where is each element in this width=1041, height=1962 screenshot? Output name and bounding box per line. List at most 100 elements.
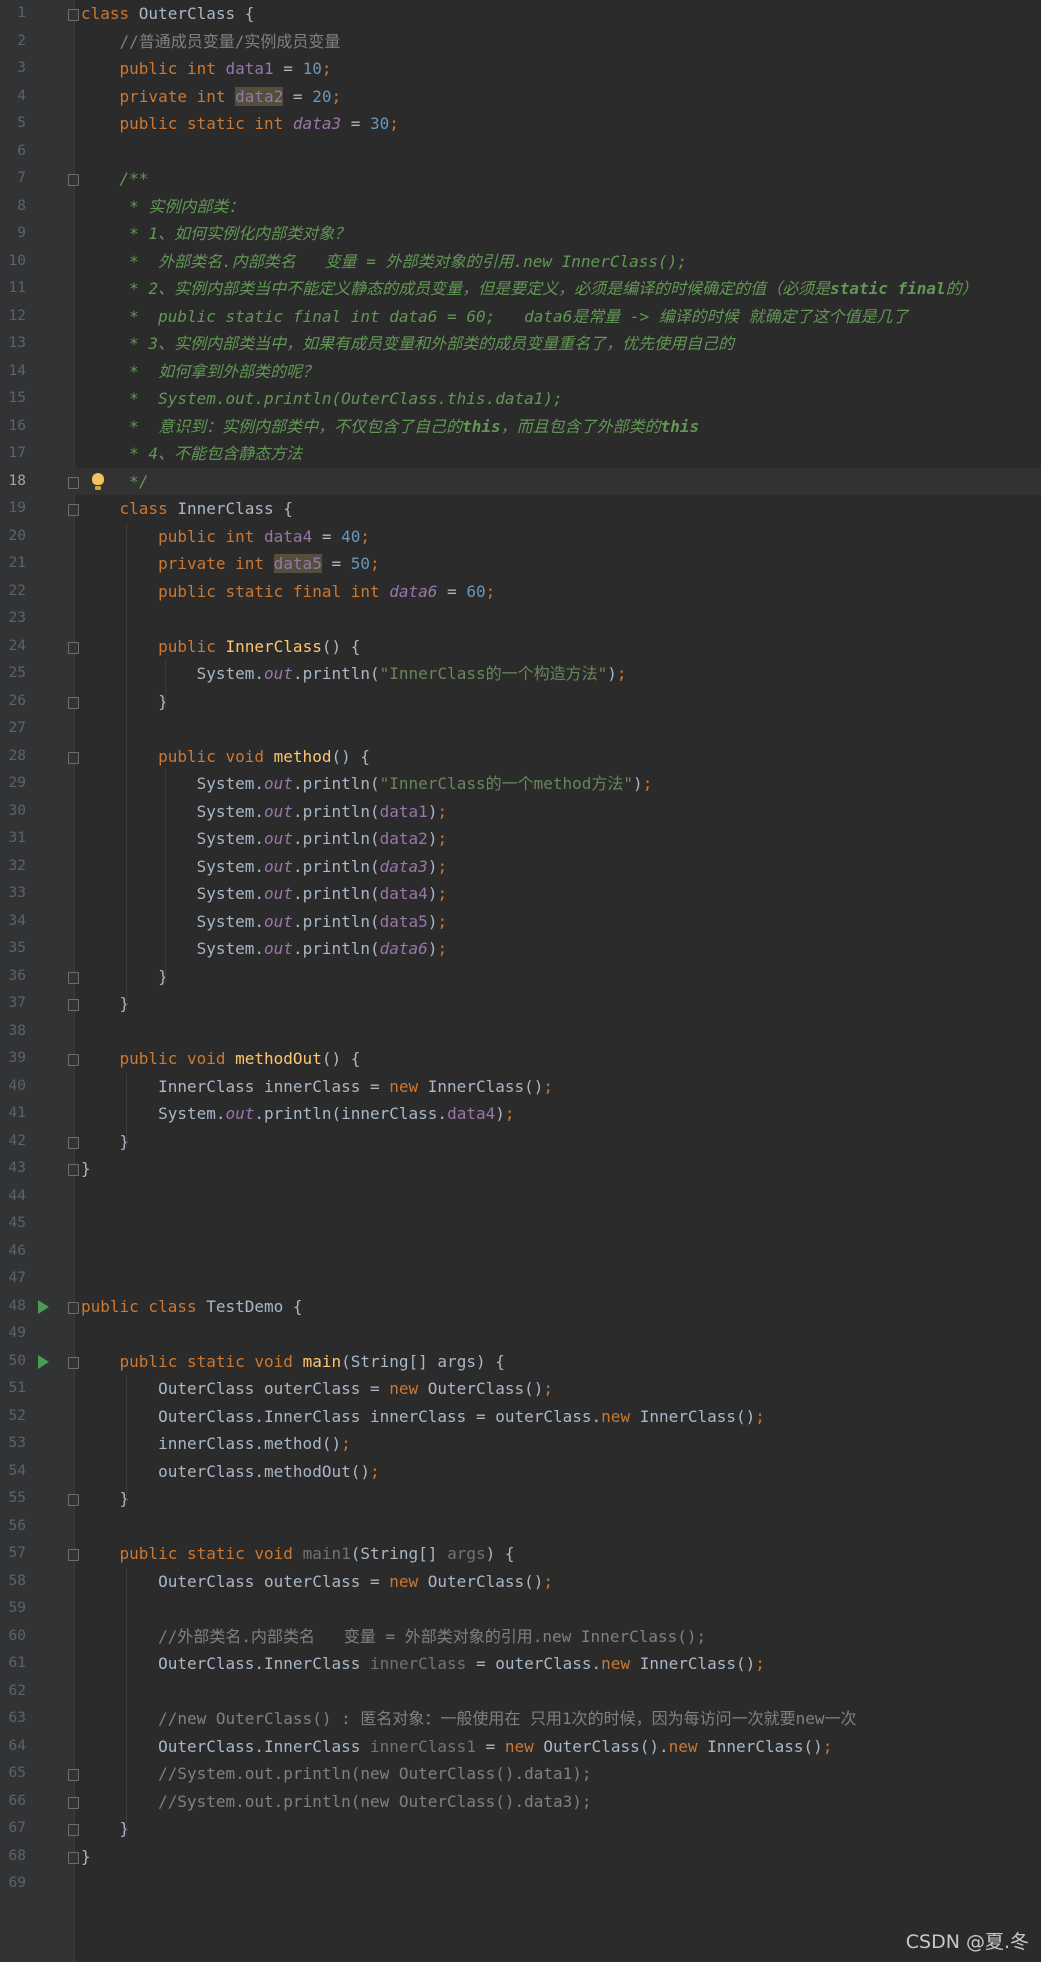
code-text[interactable]: * 2、实例内部类当中不能定义静态的成员变量，但是要定义，必须是编译的时候确定的… bbox=[81, 275, 1041, 303]
line-number[interactable]: 65 bbox=[0, 1760, 26, 1788]
code-text[interactable]: /** bbox=[81, 165, 1041, 193]
code-text[interactable]: OuterClass.InnerClass innerClass1 = new … bbox=[81, 1733, 1041, 1761]
run-arrow-icon[interactable] bbox=[38, 1299, 49, 1314]
code-text[interactable]: OuterClass outerClass = new OuterClass()… bbox=[81, 1375, 1041, 1403]
code-text[interactable]: public void methodOut() { bbox=[81, 1045, 1041, 1073]
code-line[interactable]: 34 System.out.println(data5); bbox=[0, 908, 1041, 936]
code-text[interactable]: * System.out.println(OuterClass.this.dat… bbox=[81, 385, 1041, 413]
code-line[interactable]: 26 } bbox=[0, 688, 1041, 716]
fold-marker-icon[interactable] bbox=[68, 1054, 79, 1066]
code-text[interactable]: * 3、实例内部类当中，如果有成员变量和外部类的成员变量重名了，优先使用自己的 bbox=[81, 330, 1041, 358]
line-number[interactable]: 33 bbox=[0, 880, 26, 908]
code-line[interactable]: 46 bbox=[0, 1238, 1041, 1266]
code-line[interactable]: 58 OuterClass outerClass = new OuterClas… bbox=[0, 1568, 1041, 1596]
line-number[interactable]: 24 bbox=[0, 633, 26, 661]
code-line[interactable]: 13 * 3、实例内部类当中，如果有成员变量和外部类的成员变量重名了，优先使用自… bbox=[0, 330, 1041, 358]
line-number[interactable]: 49 bbox=[0, 1320, 26, 1348]
line-number[interactable]: 64 bbox=[0, 1733, 26, 1761]
fold-marker-icon[interactable] bbox=[68, 476, 79, 489]
code-line[interactable]: 30 System.out.println(data1); bbox=[0, 798, 1041, 826]
fold-marker-icon[interactable] bbox=[68, 1164, 79, 1176]
code-line[interactable]: 53 innerClass.method(); bbox=[0, 1430, 1041, 1458]
line-number[interactable]: 39 bbox=[0, 1045, 26, 1073]
code-text[interactable]: OuterClass.InnerClass innerClass = outer… bbox=[81, 1650, 1041, 1678]
line-number[interactable]: 67 bbox=[0, 1815, 26, 1843]
line-number[interactable]: 55 bbox=[0, 1485, 26, 1513]
code-line[interactable]: 43} bbox=[0, 1155, 1041, 1183]
code-line[interactable]: 54 outerClass.methodOut(); bbox=[0, 1458, 1041, 1486]
line-number[interactable]: 62 bbox=[0, 1678, 26, 1706]
code-text[interactable]: System.out.println(data2); bbox=[81, 825, 1041, 853]
code-line[interactable]: 10 * 外部类名.内部类名 变量 = 外部类对象的引用.new InnerCl… bbox=[0, 248, 1041, 276]
line-number[interactable]: 46 bbox=[0, 1238, 26, 1266]
code-text[interactable]: System.out.println(data6); bbox=[81, 935, 1041, 963]
code-text[interactable]: outerClass.methodOut(); bbox=[81, 1458, 1041, 1486]
line-number[interactable]: 29 bbox=[0, 770, 26, 798]
code-text[interactable]: System.out.println("InnerClass的一个method方… bbox=[81, 770, 1041, 798]
code-text[interactable]: public int data4 = 40; bbox=[81, 523, 1041, 551]
code-text[interactable]: } bbox=[81, 1843, 1041, 1871]
line-number[interactable]: 30 bbox=[0, 798, 26, 826]
code-line[interactable]: 51 OuterClass outerClass = new OuterClas… bbox=[0, 1375, 1041, 1403]
code-line[interactable]: 31 System.out.println(data2); bbox=[0, 825, 1041, 853]
line-number[interactable]: 42 bbox=[0, 1128, 26, 1156]
code-line[interactable]: 61 OuterClass.InnerClass innerClass = ou… bbox=[0, 1650, 1041, 1678]
line-number[interactable]: 51 bbox=[0, 1375, 26, 1403]
code-line[interactable]: 45 bbox=[0, 1210, 1041, 1238]
line-number[interactable]: 18 bbox=[0, 468, 26, 496]
code-line[interactable]: 50 public static void main(String[] args… bbox=[0, 1348, 1041, 1376]
line-number[interactable]: 28 bbox=[0, 743, 26, 771]
fold-marker-icon[interactable] bbox=[68, 999, 79, 1011]
code-editor[interactable]: 1 class OuterClass {2 //普通成员变量/实例成员变量 3 pu… bbox=[0, 0, 1041, 1962]
line-number[interactable]: 5 bbox=[0, 110, 26, 138]
fold-marker-icon[interactable] bbox=[68, 641, 79, 654]
code-text[interactable]: OuterClass.InnerClass innerClass = outer… bbox=[81, 1403, 1041, 1431]
code-text[interactable]: public int data1 = 10; bbox=[81, 55, 1041, 83]
line-number[interactable]: 10 bbox=[0, 248, 26, 276]
line-number[interactable]: 40 bbox=[0, 1073, 26, 1101]
code-text[interactable]: System.out.println(data5); bbox=[81, 908, 1041, 936]
line-number[interactable]: 52 bbox=[0, 1403, 26, 1431]
line-number[interactable]: 57 bbox=[0, 1540, 26, 1568]
code-text[interactable]: class OuterClass { bbox=[81, 0, 1041, 28]
code-text[interactable]: * 外部类名.内部类名 变量 = 外部类对象的引用.new InnerClass… bbox=[81, 248, 1041, 276]
line-number[interactable]: 43 bbox=[0, 1155, 26, 1183]
line-number[interactable]: 54 bbox=[0, 1458, 26, 1486]
code-line[interactable]: 15 * System.out.println(OuterClass.this.… bbox=[0, 385, 1041, 413]
code-text[interactable]: * public static final int data6 = 60; da… bbox=[81, 303, 1041, 331]
code-line[interactable]: 56 bbox=[0, 1513, 1041, 1541]
line-number[interactable]: 2 bbox=[0, 28, 26, 56]
fold-marker-icon[interactable] bbox=[68, 696, 79, 709]
line-number[interactable]: 3 bbox=[0, 55, 26, 83]
code-text[interactable]: public class TestDemo { bbox=[81, 1293, 1041, 1321]
fold-marker-icon[interactable] bbox=[68, 504, 79, 516]
fold-marker-icon[interactable] bbox=[68, 1824, 79, 1836]
line-number[interactable]: 45 bbox=[0, 1210, 26, 1238]
line-number[interactable]: 36 bbox=[0, 963, 26, 991]
fold-marker-icon[interactable] bbox=[68, 1136, 79, 1149]
line-number[interactable]: 21 bbox=[0, 550, 26, 578]
line-number[interactable]: 17 bbox=[0, 440, 26, 468]
code-line[interactable]: 55 } bbox=[0, 1485, 1041, 1513]
code-line[interactable]: 11 * 2、实例内部类当中不能定义静态的成员变量，但是要定义，必须是编译的时候… bbox=[0, 275, 1041, 303]
line-number[interactable]: 60 bbox=[0, 1623, 26, 1651]
code-line[interactable]: 16 * 意识到：实例内部类中，不仅包含了自己的this，而且包含了外部类的th… bbox=[0, 413, 1041, 441]
code-text[interactable]: InnerClass innerClass = new InnerClass()… bbox=[81, 1073, 1041, 1101]
code-line[interactable]: 64 OuterClass.InnerClass innerClass1 = n… bbox=[0, 1733, 1041, 1761]
line-number[interactable]: 37 bbox=[0, 990, 26, 1018]
line-number[interactable]: 53 bbox=[0, 1430, 26, 1458]
fold-marker-icon[interactable] bbox=[68, 174, 79, 186]
line-number[interactable]: 4 bbox=[0, 83, 26, 111]
code-text[interactable]: * 如何拿到外部类的呢？ bbox=[81, 358, 1041, 386]
code-line[interactable]: 6 bbox=[0, 138, 1041, 166]
code-line[interactable]: 21 private int data5 = 50; bbox=[0, 550, 1041, 578]
line-number[interactable]: 58 bbox=[0, 1568, 26, 1596]
code-line[interactable]: 33 System.out.println(data4); bbox=[0, 880, 1041, 908]
code-text[interactable]: class InnerClass { bbox=[81, 495, 1041, 523]
code-text[interactable]: //外部类名.内部类名 变量 = 外部类对象的引用.new InnerClass… bbox=[81, 1623, 1041, 1651]
line-number[interactable]: 9 bbox=[0, 220, 26, 248]
code-line[interactable]: 35 System.out.println(data6); bbox=[0, 935, 1041, 963]
code-line[interactable]: 20 public int data4 = 40; bbox=[0, 523, 1041, 551]
code-line[interactable]: 40 InnerClass innerClass = new InnerClas… bbox=[0, 1073, 1041, 1101]
code-line[interactable]: 8 * 实例内部类： bbox=[0, 193, 1041, 221]
